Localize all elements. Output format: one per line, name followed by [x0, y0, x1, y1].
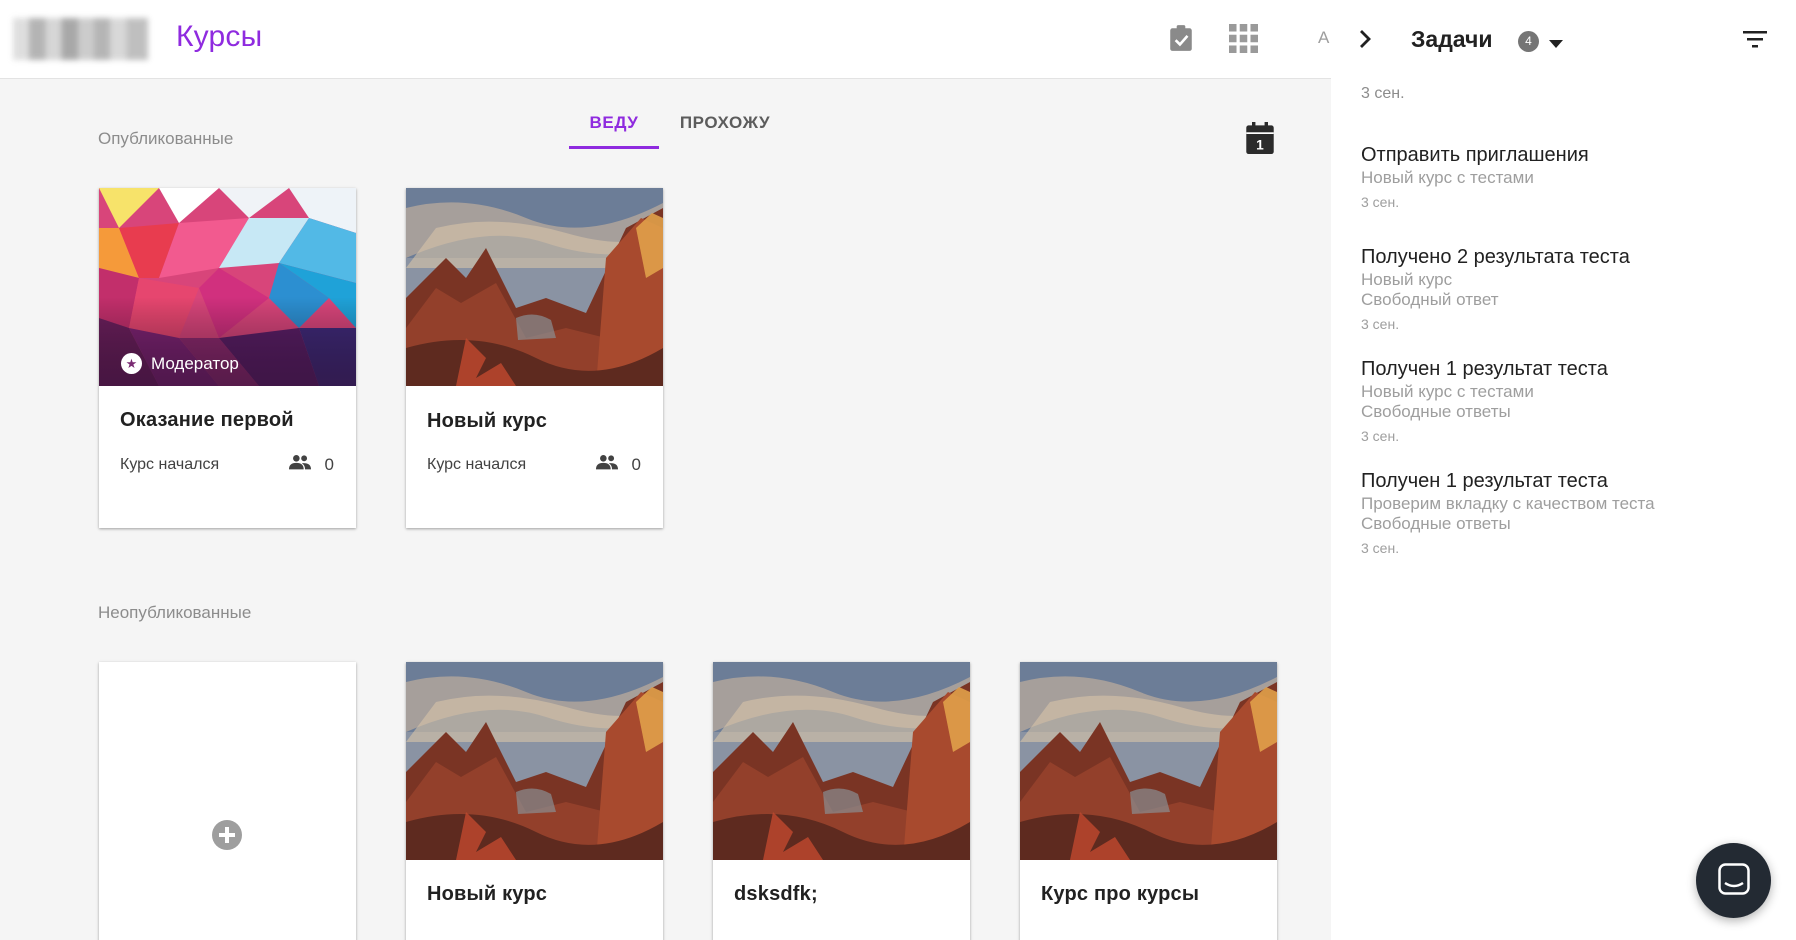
published-section-label: Опубликованные [98, 129, 234, 148]
tasks-panel: Задачи 4 3 сен. Отправить приглашения Но… [1331, 0, 1796, 940]
course-card[interactable]: Новый курс Курс начался 0 [406, 188, 663, 528]
task-detail: Свободные ответы [1361, 402, 1511, 421]
task-title: Получен 1 результат теста [1361, 470, 1608, 492]
filter-icon[interactable] [1743, 30, 1767, 53]
course-cover-image [406, 662, 663, 860]
task-course: Новый курс с тестами [1361, 168, 1534, 187]
course-card[interactable]: dsksdfk; [713, 662, 970, 940]
course-title: Курс про курсы [1041, 883, 1200, 905]
task-detail: Свободные ответы [1361, 514, 1511, 533]
course-cover-image [713, 662, 970, 860]
task-item[interactable]: Получен 1 результат теста Проверим вклад… [1361, 468, 1781, 558]
task-item[interactable]: Отправить приглашения Новый курс с теста… [1361, 142, 1781, 212]
account-avatar[interactable]: A [1318, 28, 1329, 48]
course-card[interactable]: Курс про курсы [1020, 662, 1277, 940]
tasks-check-icon[interactable] [1168, 24, 1194, 57]
students-count: 0 [288, 454, 334, 475]
tab-teaching[interactable]: ВЕДУ [569, 105, 659, 149]
add-circle-icon[interactable] [212, 820, 242, 855]
task-course: Новый курс с тестами [1361, 382, 1534, 401]
task-date: 3 сен. [1361, 428, 1400, 444]
course-title: dsksdfk; [734, 883, 818, 905]
course-status: Курс начался [427, 456, 527, 473]
tab-learning[interactable]: ПРОХОЖУ [670, 105, 780, 149]
add-course-card[interactable] [99, 662, 356, 940]
tasks-panel-title: Задачи [1411, 26, 1493, 52]
badge-label: Модератор [151, 353, 239, 373]
task-item[interactable]: Получено 2 результата теста Новый курс С… [1361, 244, 1781, 334]
task-course: Новый курс [1361, 270, 1453, 289]
tasks-panel-header: Задачи 4 [1331, 0, 1796, 79]
chat-icon [1718, 863, 1750, 895]
brand-logo[interactable] [13, 18, 148, 60]
task-date: 3 сен. [1361, 316, 1400, 332]
course-cover-image [1020, 662, 1277, 860]
course-card[interactable]: ★ Модератор Оказание первой Курс начался… [99, 188, 356, 528]
course-card[interactable]: Новый курс [406, 662, 663, 940]
caret-down-icon[interactable] [1549, 36, 1563, 54]
chat-launcher-button[interactable] [1696, 843, 1771, 918]
course-cover-image [406, 188, 663, 386]
course-cover-image: ★ Модератор [99, 188, 356, 386]
task-date: 3 сен. [1361, 540, 1400, 556]
apps-grid-icon[interactable] [1229, 24, 1258, 58]
people-icon [595, 454, 618, 475]
task-title: Получен 1 результат теста [1361, 358, 1608, 380]
task-detail: Свободный ответ [1361, 290, 1499, 309]
courses-main: Опубликованные ВЕДУ ПРОХОЖУ 1 ★ Модерато… [0, 79, 1331, 940]
tasks-count-badge: 4 [1518, 31, 1539, 52]
calendar-icon[interactable]: 1 [1246, 122, 1274, 159]
task-date: 3 сен. [1361, 194, 1400, 210]
top-bar: Курсы A [0, 0, 1331, 79]
star-icon: ★ [121, 353, 142, 374]
task-title: Получено 2 результата теста [1361, 246, 1630, 268]
course-title: Новый курс [427, 883, 548, 905]
svg-text:1: 1 [1256, 137, 1264, 152]
course-status: Курс начался [120, 456, 220, 473]
students-count: 0 [595, 454, 641, 475]
task-item[interactable]: Получен 1 результат теста Новый курс с т… [1361, 356, 1781, 446]
people-icon [288, 454, 311, 475]
moderator-badge: ★ Модератор [121, 353, 239, 374]
course-title: Новый курс [427, 410, 548, 432]
task-date: 3 сен. [1361, 85, 1405, 102]
course-title: Оказание первой [120, 409, 294, 431]
chevron-right-icon[interactable] [1358, 28, 1372, 55]
page-title: Курсы [176, 20, 263, 53]
app-root: Курсы A Опубликованные ВЕДУ ПРОХОЖУ 1 ★ … [0, 0, 1796, 940]
task-course: Проверим вкладку с качеством теста [1361, 494, 1655, 513]
unpublished-section-label: Неопубликованные [98, 603, 252, 622]
task-title: Отправить приглашения [1361, 144, 1589, 166]
